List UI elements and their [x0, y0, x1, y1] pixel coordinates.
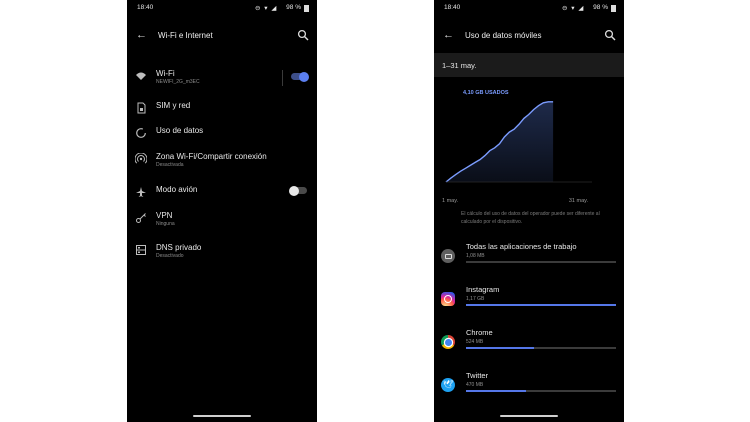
- app-usage-row[interactable]: Instagram 1,17 GB: [434, 282, 624, 324]
- wifi-setting[interactable]: Wi-Fi NEWIFI_2G_m3EC: [127, 68, 317, 92]
- usage-progress-track: [466, 304, 616, 306]
- hotspot-status: Desactivada: [156, 162, 184, 168]
- mobile-data-usage-screen: 18:40 ⊖ ▾ ◢ 98 % ← Uso de datos móviles …: [434, 0, 624, 422]
- data-usage-icon: [136, 128, 146, 138]
- wifi-internet-screen: 18:40 ⊖ ▾ ◢ 98 % ← Wi-Fi e Internet Wi-F…: [127, 0, 317, 422]
- app-data-size: 1,08 MB: [466, 253, 485, 259]
- app-bar: ← Uso de datos móviles: [434, 26, 624, 46]
- battery-icon: [611, 5, 616, 12]
- battery-percent: 98 %: [286, 4, 301, 11]
- sim-icon: [137, 102, 146, 114]
- app-name: Todas las aplicaciones de trabajo: [466, 242, 577, 251]
- private-dns-label: DNS privado: [156, 243, 202, 252]
- work-briefcase-icon: [441, 249, 455, 263]
- gesture-nav-bar[interactable]: [193, 415, 251, 417]
- app-usage-row[interactable]: 🕊 Twitter 470 MB: [434, 368, 624, 410]
- search-icon[interactable]: [604, 29, 616, 41]
- status-bar: 18:40 ⊖ ▾ ◢ 98 %: [137, 4, 309, 14]
- app-data-size: 470 MB: [466, 382, 484, 388]
- app-name: Instagram: [466, 285, 500, 294]
- usage-progress-fill: [466, 347, 534, 349]
- instagram-icon: [441, 292, 455, 306]
- wifi-label: Wi-Fi: [156, 69, 175, 78]
- date-range-selector[interactable]: 1–31 may.: [434, 53, 624, 77]
- vpn-key-icon: [136, 213, 146, 223]
- data-usage-setting[interactable]: Uso de datos: [127, 125, 317, 149]
- divider: [282, 70, 283, 86]
- search-icon[interactable]: [297, 29, 309, 41]
- battery-icon: [304, 5, 309, 12]
- page-title: Wi-Fi e Internet: [158, 31, 213, 40]
- hotspot-icon: [135, 153, 147, 164]
- data-usage-label: Uso de datos: [156, 126, 204, 135]
- app-data-size: 524 MB: [466, 339, 484, 345]
- vpn-status: Ninguna: [156, 221, 175, 227]
- status-icons: ⊖ ▾ ◢: [255, 5, 278, 12]
- status-bar: 18:40 ⊖ ▾ ◢ 98 %: [444, 4, 616, 14]
- wifi-toggle[interactable]: [291, 71, 309, 82]
- back-arrow-icon[interactable]: ←: [136, 29, 147, 41]
- vpn-label: VPN: [156, 211, 173, 220]
- hotspot-label: Zona Wi-Fi/Compartir conexión: [156, 152, 267, 161]
- app-usage-row[interactable]: Todas las aplicaciones de trabajo 1,08 MB: [434, 239, 624, 281]
- app-name: Twitter: [466, 371, 489, 380]
- sim-label: SIM y red: [156, 101, 191, 110]
- private-dns-status: Desactivado: [156, 253, 184, 259]
- dns-icon: [136, 245, 146, 255]
- airplane-mode-toggle[interactable]: [289, 185, 307, 196]
- page-title: Uso de datos móviles: [465, 31, 542, 40]
- date-range-label: 1–31 may.: [442, 61, 477, 70]
- status-time: 18:40: [137, 4, 154, 11]
- usage-progress-fill: [466, 390, 526, 392]
- wifi-network-name: NEWIFI_2G_m3EC: [156, 79, 200, 85]
- airplane-icon: [136, 187, 146, 197]
- gesture-nav-bar[interactable]: [500, 415, 558, 417]
- usage-progress-track: [466, 261, 616, 263]
- airplane-mode-setting[interactable]: Modo avión: [127, 184, 317, 208]
- back-arrow-icon[interactable]: ←: [443, 29, 454, 41]
- usage-progress-track: [466, 347, 616, 349]
- airplane-mode-label: Modo avión: [156, 185, 198, 194]
- usage-chart-svg: 4,10 GB USADOS 1 may. 31 may.: [442, 90, 592, 204]
- wifi-icon: [136, 72, 146, 80]
- battery-percent: 98 %: [593, 4, 608, 11]
- app-bar: ← Wi-Fi e Internet: [127, 26, 317, 46]
- x-tick-label: 31 may.: [569, 198, 589, 204]
- data-usage-chart: 4,10 GB USADOS 1 may. 31 may.: [434, 80, 624, 210]
- app-usage-row[interactable]: Chrome 524 MB: [434, 325, 624, 367]
- vpn-setting[interactable]: VPN Ninguna: [127, 210, 317, 234]
- private-dns-setting[interactable]: DNS privado Desactivado: [127, 242, 317, 266]
- status-icons: ⊖ ▾ ◢: [562, 5, 585, 12]
- app-data-size: 1,17 GB: [466, 296, 485, 302]
- carrier-calculation-note: El cálculo del uso de datos del operador…: [461, 211, 600, 225]
- twitter-icon: 🕊: [441, 378, 455, 392]
- usage-progress-fill: [466, 304, 616, 306]
- chrome-icon: [441, 335, 455, 349]
- hotspot-setting[interactable]: Zona Wi-Fi/Compartir conexión Desactivad…: [127, 151, 317, 175]
- sim-setting[interactable]: SIM y red: [127, 100, 317, 124]
- status-time: 18:40: [444, 4, 461, 11]
- x-tick-label: 1 may.: [442, 198, 459, 204]
- app-name: Chrome: [466, 328, 493, 337]
- usage-progress-track: [466, 390, 616, 392]
- usage-total-annotation: 4,10 GB USADOS: [463, 90, 509, 96]
